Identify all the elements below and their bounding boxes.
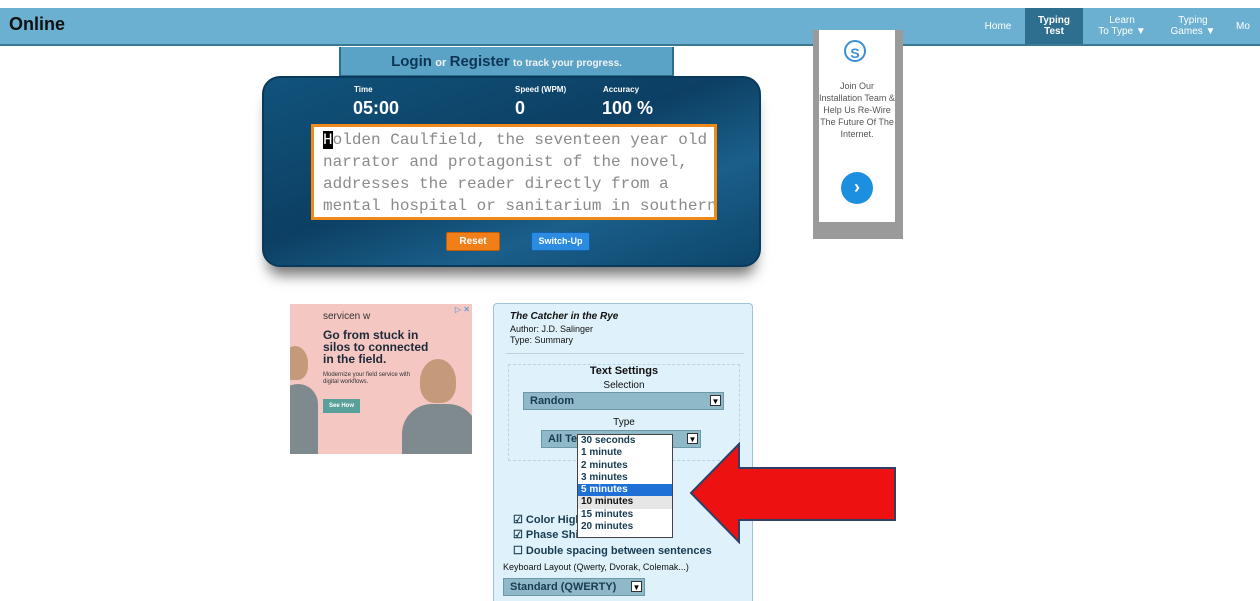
nav-more[interactable]: Mo: [1236, 8, 1260, 44]
selection-select[interactable]: Random ▼: [523, 392, 724, 410]
dropdown-option-5-minutes[interactable]: 5 minutes: [578, 484, 672, 497]
nav-learn-to-type[interactable]: Learn To Type ▼: [1091, 8, 1153, 44]
duration-dropdown-list[interactable]: 30 seconds 1 minute 2 minutes 3 minutes …: [577, 434, 673, 538]
text-line-4: mental hospital or sanitarium in souther…: [323, 197, 717, 215]
dropdown-option-10-minutes[interactable]: 10 minutes: [578, 496, 672, 509]
chevron-right-icon[interactable]: ›: [841, 172, 873, 204]
dropdown-option-15-minutes[interactable]: 15 minutes: [578, 509, 672, 521]
chevron-down-icon: ▼: [710, 395, 721, 406]
dropdown-option-2-minutes[interactable]: 2 minutes: [578, 460, 672, 472]
phase-shift-checkbox[interactable]: ☑ Phase Shi: [513, 528, 579, 541]
time-value: 05:00: [353, 98, 400, 118]
text-settings-title: Text Settings: [589, 365, 659, 377]
book-author: Author: J.D. Salinger: [510, 324, 594, 334]
selection-value: Random: [530, 395, 574, 407]
keyboard-layout-select[interactable]: Standard (QWERTY) ▼: [503, 578, 645, 596]
arrow-left-icon: [689, 442, 896, 544]
keyboard-layout-label: Keyboard Layout (Qwerty, Dvorak, Colemak…: [503, 562, 689, 572]
ad-headline: Go from stuck in silos to connected in t…: [323, 328, 429, 366]
dropdown-option-30-seconds[interactable]: 30 seconds: [578, 435, 672, 447]
site-brand[interactable]: Online: [9, 14, 65, 35]
left-ad[interactable]: servicen w ▷ ✕ Go from stuck in silos to…: [290, 304, 472, 454]
or-text: or: [435, 57, 447, 69]
accuracy-label: Accuracy: [603, 85, 640, 94]
ad-logo-icon: S: [844, 40, 866, 62]
right-ad-text: Join Our Installation Team & Help Us Re-…: [819, 81, 895, 139]
dropdown-option-1-minute[interactable]: 1 minute: [578, 447, 672, 459]
double-spacing-label: Double spacing between sentences: [525, 545, 712, 557]
ad-close-icon[interactable]: ▷ ✕: [455, 305, 470, 314]
right-ad[interactable]: S Join Our Installation Team & Help Us R…: [813, 30, 903, 239]
nav-typing-games[interactable]: Typing Games ▼: [1163, 8, 1223, 44]
chevron-down-icon: ▼: [631, 581, 642, 592]
nav-home[interactable]: Home: [977, 8, 1019, 44]
reset-button[interactable]: Reset: [446, 232, 500, 251]
ad-subtext: Modernize your field service with digita…: [323, 372, 411, 385]
text-line-2: narrator and protagonist of the novel,: [323, 153, 688, 171]
color-highlight-checkbox[interactable]: ☑ Color High: [513, 513, 582, 526]
login-link[interactable]: Login: [391, 53, 432, 70]
right-ad-card[interactable]: S Join Our Installation Team & Help Us R…: [819, 30, 895, 222]
book-type: Type: Summary: [510, 335, 574, 345]
ad-brand: servicen w: [323, 311, 371, 322]
type-value: All Te: [548, 433, 578, 445]
switch-up-button[interactable]: Switch-Up: [531, 232, 590, 251]
speed-value: 0: [515, 98, 526, 118]
register-link[interactable]: Register: [450, 53, 510, 70]
text-line-1: olden Caulfield, the seventeen year old: [332, 131, 708, 149]
ad-person-right-body: [402, 404, 472, 454]
speed-label: Speed (WPM): [515, 85, 567, 94]
login-register-bar: Login or Register to track your progress…: [339, 47, 674, 77]
ad-see-how-button[interactable]: See How: [323, 399, 360, 413]
text-line-3: addresses the reader directly from a: [323, 175, 669, 193]
track-progress-text: to track your progress.: [512, 58, 622, 69]
typing-test-panel: Time 05:00 Speed (WPM) 0 Accuracy 100 % …: [262, 76, 761, 267]
type-label: Type: [613, 417, 635, 428]
dropdown-option-20-minutes[interactable]: 20 minutes: [578, 521, 672, 533]
red-arrow-annotation: [689, 442, 896, 544]
divider: [506, 353, 744, 354]
top-nav-bar: Online Home Typing Test Learn To Type ▼ …: [0, 8, 1260, 46]
book-title: The Catcher in the Rye: [510, 311, 619, 322]
accuracy-value: 100 %: [602, 98, 654, 118]
dropdown-option-3-minutes[interactable]: 3 minutes: [578, 472, 672, 484]
ad-person-left-head: [290, 346, 308, 380]
time-label: Time: [354, 85, 373, 94]
ad-person-left-body: [290, 384, 318, 454]
phase-shift-label: Phase Shi: [525, 529, 579, 541]
typing-cursor: H: [323, 131, 333, 149]
typing-text-area[interactable]: Holden Caulfield, the seventeen year old…: [311, 124, 717, 220]
ad-person-right-head: [420, 359, 456, 403]
selection-label: Selection: [603, 380, 645, 391]
double-spacing-checkbox[interactable]: ☐ Double spacing between sentences: [513, 544, 712, 557]
text-line: Holden Caulfield, the seventeen year old: [323, 129, 708, 151]
keyboard-layout-value: Standard (QWERTY): [510, 581, 617, 593]
nav-typing-test[interactable]: Typing Test: [1025, 8, 1083, 44]
color-highlight-label: Color High: [525, 514, 583, 526]
